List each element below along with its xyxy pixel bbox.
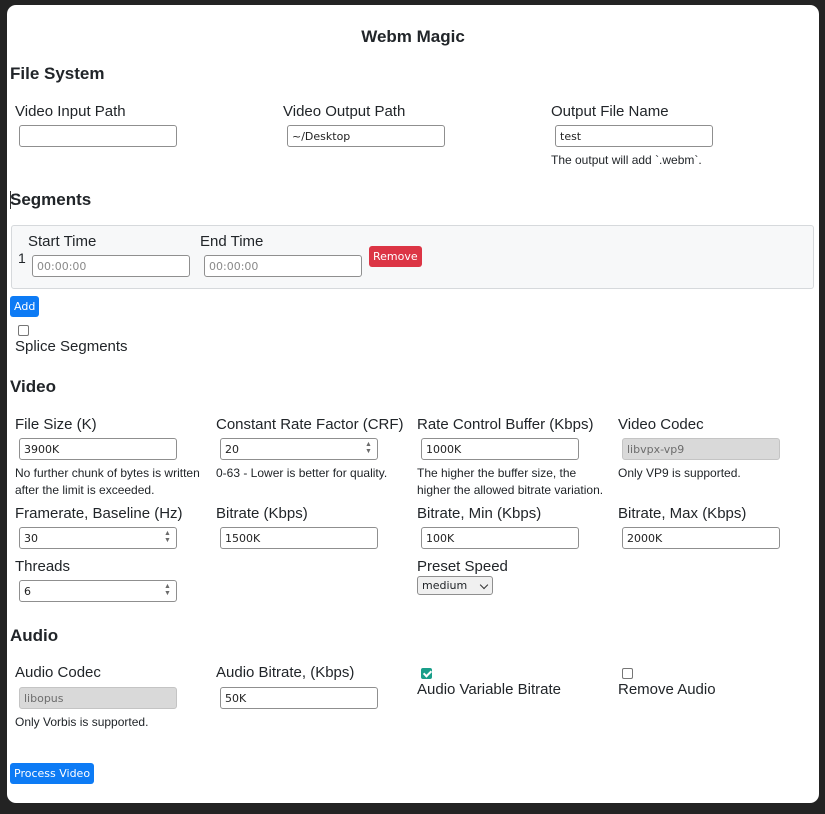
remove-segment-button[interactable]: Remove [369, 246, 422, 267]
segment-row: 1 Start Time End Time Remove [11, 225, 814, 289]
output-file-name-field[interactable] [555, 125, 713, 147]
start-time-field[interactable] [32, 255, 190, 277]
file-size-label: File Size (K) [15, 416, 97, 433]
segments-heading: Segments [10, 190, 92, 209]
bitrate-max-field[interactable] [622, 527, 780, 549]
video-output-path-field[interactable] [287, 125, 445, 147]
start-time-label: Start Time [28, 233, 97, 250]
crf-stepper[interactable]: ▲▼ [220, 438, 378, 460]
preset-speed-label: Preset Speed [417, 558, 508, 575]
preset-speed-value: medium [422, 579, 468, 592]
audio-codec-help: Only Vorbis is supported. [15, 715, 149, 729]
audio-codec-label: Audio Codec [15, 664, 101, 681]
rate-buffer-field[interactable] [421, 438, 579, 460]
video-codec-help: Only VP9 is supported. [618, 466, 741, 480]
crf-help: 0-63 - Lower is better for quality. [216, 466, 388, 480]
app-title: Webm Magic [361, 27, 465, 46]
bitrate-min-field[interactable] [421, 527, 579, 549]
video-input-path-field[interactable] [19, 125, 177, 147]
rate-buffer-label: Rate Control Buffer (Kbps) [417, 416, 594, 433]
end-time-field[interactable] [204, 255, 362, 277]
audio-bitrate-label: Audio Bitrate, (Kbps) [216, 664, 355, 681]
rate-buffer-help: The higher the buffer size, the higher t… [417, 466, 604, 497]
bitrate-min-label: Bitrate, Min (Kbps) [417, 505, 542, 522]
framerate-stepper[interactable]: ▲▼ [19, 527, 177, 549]
crf-label: Constant Rate Factor (CRF) [216, 416, 404, 433]
threads-stepper[interactable]: ▲▼ [19, 580, 177, 602]
app-window: Webm Magic File System Video Input Path … [7, 5, 819, 803]
framerate-field[interactable] [19, 527, 177, 549]
segment-index: 1 [18, 250, 26, 266]
bitrate-max-label: Bitrate, Max (Kbps) [618, 505, 747, 522]
threads-spin-icon[interactable]: ▲ ▼ [162, 583, 173, 597]
file-system-heading: File System [10, 64, 105, 83]
audio-heading: Audio [10, 626, 59, 645]
file-size-field[interactable] [19, 438, 177, 460]
end-time-label: End Time [200, 233, 264, 250]
output-file-name-label: Output File Name [551, 103, 669, 120]
audio-vbr-checkbox[interactable] [421, 668, 432, 679]
add-segment-button[interactable]: Add [10, 296, 40, 317]
remove-audio-checkbox[interactable] [622, 668, 633, 679]
splice-segments-label: Splice Segments [15, 338, 128, 355]
threads-field[interactable] [19, 580, 177, 602]
process-video-button[interactable]: Process Video [10, 763, 95, 784]
framerate-label: Framerate, Baseline (Hz) [15, 505, 183, 522]
crf-spin-icon[interactable]: ▲ ▼ [363, 441, 374, 455]
video-output-path-label: Video Output Path [283, 103, 406, 120]
audio-bitrate-field[interactable] [220, 687, 378, 709]
framerate-spin-icon[interactable]: ▲ ▼ [162, 530, 173, 544]
video-input-path-label: Video Input Path [15, 103, 126, 120]
splice-segments-checkbox[interactable] [18, 325, 29, 336]
video-codec-field [622, 438, 780, 460]
preset-speed-select[interactable]: medium [417, 576, 493, 595]
crf-field[interactable] [220, 438, 378, 460]
audio-codec-field [19, 687, 177, 709]
audio-vbr-label: Audio Variable Bitrate [417, 681, 561, 698]
bitrate-label: Bitrate (Kbps) [216, 505, 308, 522]
output-file-name-help: The output will add `.webm`. [551, 153, 702, 167]
bitrate-field[interactable] [220, 527, 378, 549]
video-codec-label: Video Codec [618, 416, 704, 433]
video-heading: Video [10, 377, 56, 396]
threads-label: Threads [15, 558, 71, 575]
file-size-help: No further chunk of bytes is written aft… [15, 466, 200, 497]
remove-audio-label: Remove Audio [618, 681, 716, 698]
chevron-down-icon [479, 580, 489, 590]
